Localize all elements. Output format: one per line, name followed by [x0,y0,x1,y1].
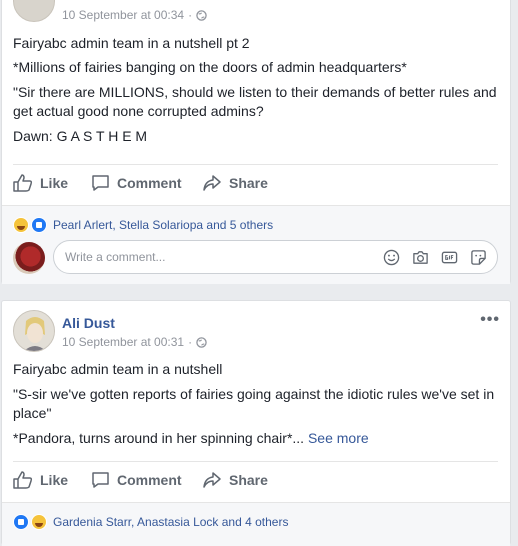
author-avatar[interactable] [13,0,55,22]
comment-input[interactable]: Write a comment... [53,240,498,274]
post-timestamp[interactable]: 10 September at 00:34 [62,8,184,22]
like-emoji-icon [31,217,47,233]
like-label: Like [40,175,69,191]
like-button[interactable]: Like [13,471,68,489]
like-emoji-icon [13,514,29,530]
comment-placeholder: Write a comment... [65,250,166,264]
globe-icon [196,336,207,348]
post-text-line: *Millions of fairies banging on the door… [13,59,407,75]
reaction-summary[interactable]: Pearl Arlert, Stella Solariopa and 5 oth… [13,217,273,233]
share-label: Share [229,175,268,191]
share-label: Share [229,472,268,488]
meta-separator: · [188,335,193,349]
comment-label: Comment [117,472,182,488]
see-more-link[interactable]: See more [308,430,369,446]
sticker-icon[interactable] [470,249,487,266]
author-avatar[interactable] [13,310,55,352]
post-timestamp[interactable]: 10 September at 00:31 [62,335,184,349]
share-icon [202,471,222,489]
like-icon [13,471,33,489]
comment-label: Comment [117,175,182,191]
like-button[interactable]: Like [13,174,68,192]
post-text-line: "S-sir we've gotten reports of fairies g… [13,386,495,421]
comment-icon [91,174,110,192]
author-name[interactable]: Ali Dust [62,315,115,331]
post-meta: 10 September at 00:34 · [62,8,207,22]
post-text-line: Fairyabc admin team in a nutshell [13,361,223,377]
current-user-avatar[interactable] [13,242,45,274]
more-options-icon[interactable]: ••• [480,312,500,328]
post-card: 10 September at 00:34 · Fairyabc admin t… [1,0,511,284]
comment-tools [383,249,487,266]
haha-emoji-icon [13,217,29,233]
share-icon [202,174,222,192]
comment-icon [91,471,110,489]
comment-button[interactable]: Comment [91,174,182,192]
emoji-picker-icon[interactable] [383,249,400,266]
reactions-section: Pearl Arlert, Stella Solariopa and 5 oth… [2,205,510,284]
meta-separator: · [188,8,193,22]
like-icon [13,174,33,192]
comment-composer: Write a comment... [13,240,498,276]
divider [13,164,498,165]
post-text-excerpt: *Pandora, turns around in her spinning c… [13,430,305,446]
share-button[interactable]: Share [202,174,268,192]
comment-button[interactable]: Comment [91,471,182,489]
post-actions: Like Comment Share [2,471,510,501]
reaction-names[interactable]: Gardenia Starr, Anastasia Lock and 4 oth… [53,515,288,529]
post-text-line: *Pandora, turns around in her spinning c… [13,429,498,448]
post-text-line: Dawn: G A S T H E M [13,128,148,144]
share-button[interactable]: Share [202,471,268,489]
globe-icon [196,9,207,21]
post-text-line: Fairyabc admin team in a nutshell pt 2 [13,35,250,51]
post-card: Ali Dust ••• 10 September at 00:31 · Fai… [1,300,511,546]
haha-emoji-icon [31,514,47,530]
camera-icon[interactable] [412,249,429,266]
reactions-section: Gardenia Starr, Anastasia Lock and 4 oth… [2,502,510,546]
reaction-summary[interactable]: Gardenia Starr, Anastasia Lock and 4 oth… [13,514,288,530]
post-meta: 10 September at 00:31 · [62,335,207,349]
gif-icon[interactable] [441,249,458,266]
reaction-names[interactable]: Pearl Arlert, Stella Solariopa and 5 oth… [53,218,273,232]
divider [13,461,498,462]
post-text-line: "Sir there are MILLIONS, should we liste… [13,84,497,119]
like-label: Like [40,472,69,488]
post-actions: Like Comment Share [2,174,510,204]
